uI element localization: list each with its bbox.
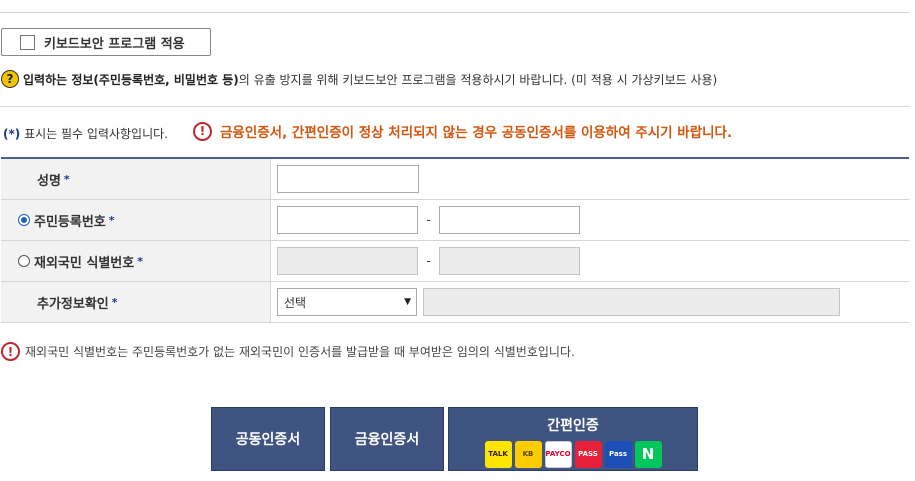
required-star: * (63, 172, 70, 186)
identity-form: 성명 * 주민등록번호 * - 재외국민 식별번호 * - 추가정보확인 * 선… (1, 157, 909, 323)
financial-certificate-button[interactable]: 금융인증서 (330, 407, 444, 471)
top-divider (0, 12, 910, 13)
name-input[interactable] (277, 165, 419, 193)
foreigner-label: 재외국민 식별번호 * (1, 241, 271, 281)
additional-label: 추가정보확인 * (1, 282, 271, 322)
kakao-talk-icon: TALK (484, 441, 512, 468)
exclamation-icon: ! (193, 121, 212, 141)
name-label: 성명 * (1, 159, 271, 199)
joint-certificate-button[interactable]: 공동인증서 (211, 407, 325, 471)
security-info-text: 의 유출 방지를 위해 키보드보안 프로그램을 적용하시기 바랍니다. (미 적… (238, 72, 718, 87)
naver-icon: N (634, 441, 662, 468)
form-row-additional: 추가정보확인 * 선택 ▼ (1, 282, 909, 323)
middle-divider (0, 106, 910, 107)
foreigner-number-front-input[interactable] (277, 247, 418, 275)
additional-info-select[interactable]: 선택 ▼ (277, 288, 417, 316)
required-note-text: 표시는 필수 입력사항입니다. (20, 127, 168, 141)
foreigner-id-note-text: 재외국민 식별번호는 주민등록번호가 없는 재외국민이 인증서를 발급받을 때 … (25, 345, 575, 359)
payco-icon: PAYCO (544, 441, 572, 468)
required-star: * (137, 254, 143, 268)
keyboard-security-label: 키보드보안 프로그램 적용 (44, 36, 185, 52)
keyboard-security-button[interactable]: 키보드보안 프로그램 적용 (1, 28, 211, 56)
foreigner-id-note: ! 재외국민 식별번호는 주민등록번호가 없는 재외국민이 인증서를 발급받을 … (1, 342, 575, 361)
pass-icon: PASS (574, 441, 602, 468)
required-star: * (111, 295, 118, 309)
dash-separator: - (426, 254, 431, 268)
security-info-line: ? 입력하는 정보(주민등록번호, 비밀번호 등) 의 유출 방지를 위해 키보… (1, 70, 717, 88)
certificate-warning: ! 금융인증서, 간편인증이 정상 처리되지 않는 경우 공동인증서를 이용하여… (193, 121, 732, 141)
exclamation-icon: ! (1, 342, 20, 361)
resident-radio[interactable] (18, 214, 30, 226)
resident-number-front-input[interactable] (277, 206, 418, 234)
simple-auth-button[interactable]: 간편인증 TALK KB PAYCO PASS Pass N (448, 407, 698, 471)
required-note-star: (*) (3, 127, 21, 141)
keyboard-security-checkbox[interactable] (20, 34, 35, 50)
security-info-bold: 입력하는 정보(주민등록번호, 비밀번호 등) (23, 72, 239, 87)
resident-number-back-input[interactable] (439, 206, 580, 234)
resident-label: 주민등록번호 * (1, 200, 271, 240)
additional-info-input[interactable] (423, 288, 840, 316)
foreigner-number-back-input[interactable] (439, 247, 580, 275)
dropdown-arrow-icon: ▼ (404, 297, 411, 307)
samsung-pass-icon: Pass (604, 441, 632, 468)
required-star: * (108, 213, 115, 227)
form-row-foreigner: 재외국민 식별번호 * - (1, 241, 909, 282)
dash-separator: - (426, 213, 431, 227)
foreigner-radio[interactable] (18, 255, 30, 267)
form-row-name: 성명 * (1, 159, 909, 200)
form-row-resident: 주민등록번호 * - (1, 200, 909, 241)
required-note: (*) 표시는 필수 입력사항입니다. (3, 125, 168, 142)
simple-auth-icons: TALK KB PAYCO PASS Pass N (484, 441, 662, 468)
select-value: 선택 (284, 295, 307, 310)
certificate-warning-text: 금융인증서, 간편인증이 정상 처리되지 않는 경우 공동인증서를 이용하여 주… (220, 125, 733, 141)
question-icon: ? (1, 70, 19, 88)
kb-icon: KB (514, 441, 542, 468)
